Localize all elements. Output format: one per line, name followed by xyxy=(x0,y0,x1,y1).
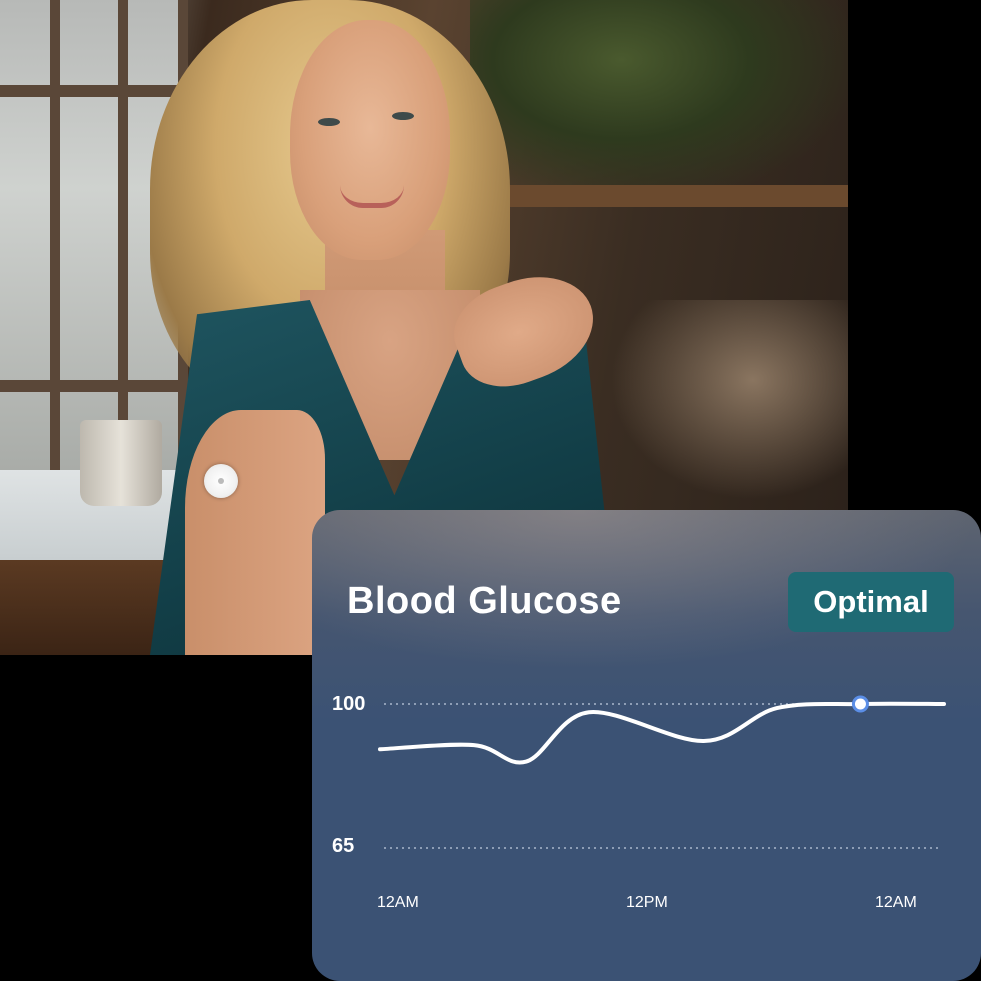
current-reading-marker xyxy=(851,695,869,713)
plants xyxy=(470,0,848,200)
x-tick-label: 12PM xyxy=(626,894,668,911)
cup xyxy=(80,420,162,506)
face xyxy=(290,20,450,260)
glucose-sensor-icon xyxy=(204,464,238,498)
window-frame xyxy=(118,0,128,470)
y-tick-label: 100 xyxy=(332,693,366,715)
sensor-center xyxy=(218,478,224,484)
cafe-table xyxy=(610,300,848,500)
eye xyxy=(318,118,340,126)
window-frame xyxy=(0,85,185,97)
arm xyxy=(185,410,325,655)
y-tick-label: 65 xyxy=(332,835,355,857)
glucose-line xyxy=(378,701,946,765)
window-frame xyxy=(50,0,60,470)
shelf xyxy=(490,185,848,207)
eye xyxy=(392,112,414,120)
window-frame xyxy=(0,380,185,392)
x-tick-label: 12AM xyxy=(875,894,917,911)
x-tick-label: 12AM xyxy=(377,894,419,911)
blood-glucose-card: Blood Glucose Optimal 100 65 12AM 12PM 1… xyxy=(312,510,981,981)
